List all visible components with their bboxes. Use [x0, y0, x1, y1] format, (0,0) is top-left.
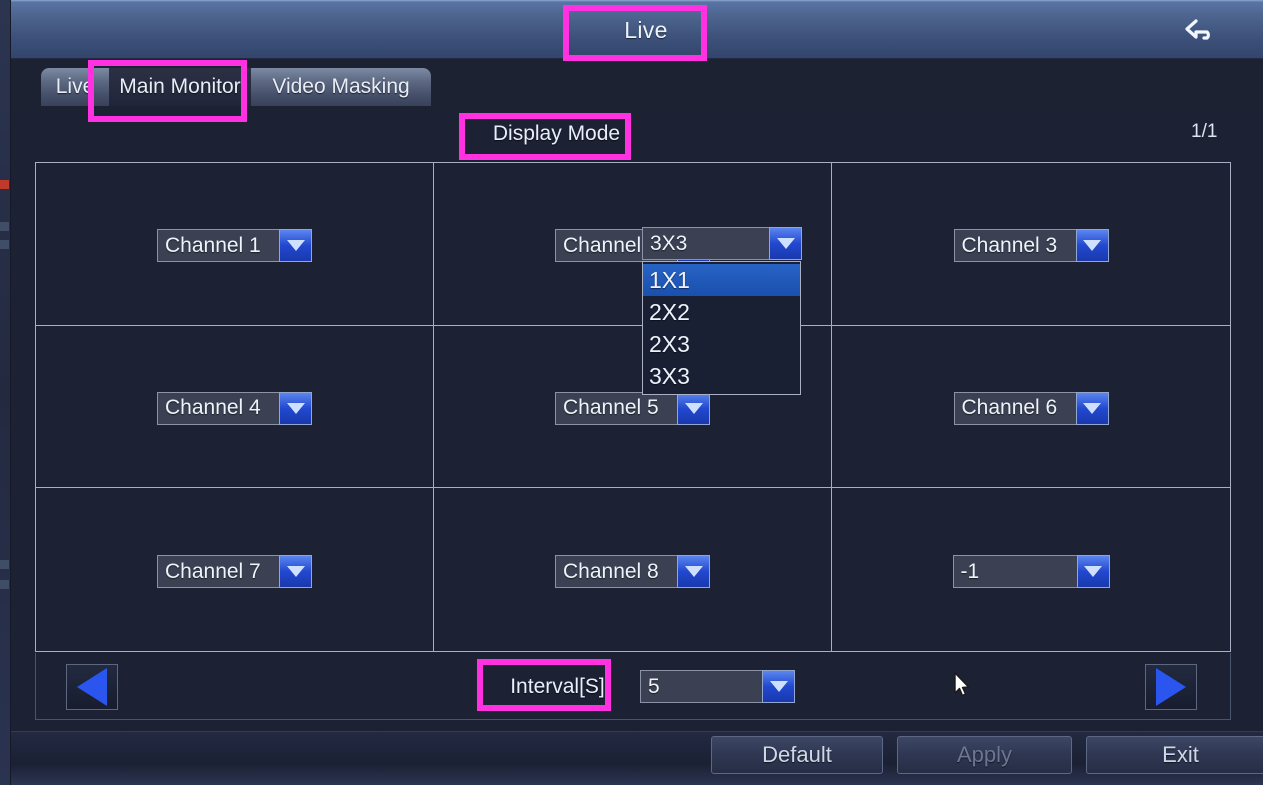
grid-cell: Channel 1 — [36, 163, 434, 326]
interval-select-value: 5 — [640, 670, 762, 703]
edge-artifact — [0, 560, 9, 569]
chevron-down-icon[interactable] — [769, 227, 802, 260]
display-mode-dropdown-list: 1X1 2X2 2X3 3X3 — [642, 261, 801, 395]
grid-cell: Channel 8 — [434, 488, 832, 651]
page-indicator: 1/1 — [1191, 121, 1218, 142]
chevron-down-icon[interactable] — [677, 391, 710, 425]
triangle-right-icon — [1156, 668, 1186, 706]
chevron-down-icon[interactable] — [279, 391, 312, 425]
interval-label: Interval[S] — [510, 675, 605, 698]
tab-main-monitor-label: Main Monitor — [119, 75, 241, 98]
chevron-down-icon[interactable] — [677, 555, 710, 589]
channel-select-5[interactable]: Channel 5 — [555, 391, 710, 425]
edge-artifact — [0, 180, 9, 189]
grid-cell: -1 — [832, 488, 1230, 651]
tab-video-masking[interactable]: Video Masking — [251, 68, 431, 106]
channel-select-8[interactable]: Channel 8 — [555, 555, 710, 589]
channel-select-6-value: Channel 6 — [953, 391, 1076, 425]
previous-page-button[interactable] — [66, 664, 118, 710]
tab-bar: Live Main Monitor Video Masking — [11, 59, 1263, 109]
back-arrow-icon[interactable] — [1179, 12, 1223, 48]
default-button[interactable]: Default — [711, 736, 883, 774]
channel-select-1-value: Channel 1 — [157, 229, 279, 263]
footer-button-bar: Default Apply Exit — [11, 731, 1263, 785]
channel-select-5-value: Channel 5 — [555, 391, 677, 425]
edge-artifact — [0, 580, 9, 589]
grid-nav-strip: Interval[S] 5 — [35, 653, 1231, 720]
apply-button[interactable]: Apply — [897, 736, 1072, 774]
main-monitor-panel: Display Mode 1/1 Channel 1 Channel 2 Cha… — [11, 109, 1263, 731]
display-mode-label: Display Mode — [492, 122, 621, 145]
edge-artifact — [0, 222, 9, 231]
chevron-down-icon[interactable] — [1076, 555, 1110, 589]
background-app-edge-strip — [0, 0, 11, 785]
channel-select-4-value: Channel 4 — [157, 391, 279, 425]
dropdown-option-3x3[interactable]: 3X3 — [643, 360, 800, 392]
display-mode-row: Display Mode 1/1 — [11, 109, 1263, 157]
exit-button[interactable]: Exit — [1086, 736, 1263, 774]
grid-cell: Channel 3 — [832, 163, 1230, 326]
default-button-label: Default — [762, 742, 832, 767]
tab-video-masking-label: Video Masking — [272, 75, 410, 98]
channel-select-3-value: Channel 3 — [953, 229, 1076, 263]
channel-select-6[interactable]: Channel 6 — [953, 391, 1109, 425]
tab-live[interactable]: Live — [41, 68, 109, 106]
dropdown-option-1x1[interactable]: 1X1 — [643, 264, 800, 296]
dropdown-option-2x3[interactable]: 2X3 — [643, 328, 800, 360]
next-page-button[interactable] — [1145, 664, 1197, 710]
chevron-down-icon[interactable] — [1075, 229, 1109, 263]
window-title: Live — [624, 16, 668, 43]
chevron-down-icon[interactable] — [1075, 391, 1109, 425]
channel-grid: Channel 1 Channel 2 Channel 3 Channel 4 — [35, 162, 1231, 652]
grid-cell: Channel 7 — [36, 488, 434, 651]
title-bar: Live — [11, 0, 1263, 59]
chevron-down-icon[interactable] — [279, 229, 312, 263]
chevron-down-icon[interactable] — [279, 555, 312, 589]
display-mode-select[interactable]: 3X3 — [642, 227, 802, 260]
channel-select-1[interactable]: Channel 1 — [157, 229, 312, 263]
display-mode-select-value: 3X3 — [642, 227, 769, 260]
channel-select-4[interactable]: Channel 4 — [157, 391, 312, 425]
interval-select[interactable]: 5 — [640, 670, 795, 703]
edge-artifact — [0, 240, 9, 249]
triangle-left-icon — [77, 668, 107, 706]
dropdown-option-2x2[interactable]: 2X2 — [643, 296, 800, 328]
channel-select-9[interactable]: -1 — [952, 555, 1110, 589]
exit-button-label: Exit — [1162, 742, 1199, 767]
chevron-down-icon[interactable] — [762, 670, 795, 703]
tab-main-monitor[interactable]: Main Monitor — [109, 68, 251, 106]
channel-select-3[interactable]: Channel 3 — [953, 229, 1109, 263]
channel-select-9-value: -1 — [952, 555, 1077, 589]
apply-button-label: Apply — [956, 742, 1013, 767]
tab-live-label: Live — [55, 75, 95, 98]
dvr-live-settings-window: Live Live Main Monitor Video Masking Dis… — [0, 0, 1263, 785]
channel-select-8-value: Channel 8 — [555, 555, 677, 589]
channel-select-7[interactable]: Channel 7 — [157, 555, 312, 589]
grid-cell: Channel 6 — [832, 326, 1230, 489]
grid-cell: Channel 4 — [36, 325, 434, 489]
channel-select-7-value: Channel 7 — [157, 555, 279, 589]
